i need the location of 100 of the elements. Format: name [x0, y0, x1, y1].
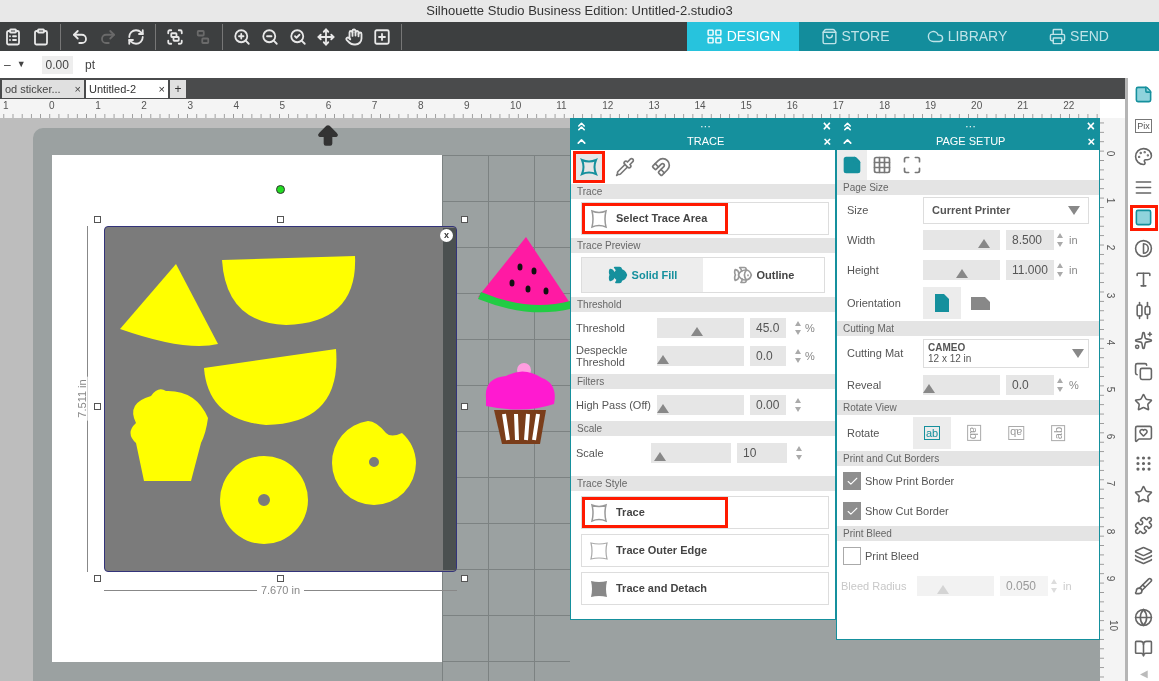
unit-label: in: [1069, 262, 1078, 278]
new-tab-button[interactable]: +: [170, 80, 186, 98]
ruler-number: 13: [648, 100, 660, 111]
close-button[interactable]: ×: [1087, 134, 1095, 149]
move-arrows-icon: [317, 27, 335, 46]
section-header: Scale: [571, 421, 835, 436]
drag-handle[interactable]: ···: [699, 119, 711, 133]
spinner-arrows-icon[interactable]: [1056, 377, 1064, 393]
trace-style-button[interactable]: Trace and Detach: [581, 572, 829, 605]
slider-track[interactable]: [657, 395, 744, 415]
ungroup-icon: [194, 27, 212, 46]
spinner-arrows-icon[interactable]: [794, 397, 802, 413]
group-icon: [166, 27, 184, 46]
panel-title: TRACE: [687, 134, 725, 150]
corners-icon: [902, 155, 922, 175]
portrait-button[interactable]: [923, 287, 961, 319]
value-field[interactable]: 11.000: [1006, 260, 1054, 280]
selection-handle[interactable]: [461, 403, 468, 410]
undo-icon: [71, 27, 89, 46]
ruler-number: 5: [1105, 386, 1117, 393]
star-icon: [1134, 392, 1153, 412]
dropdown-caret-icon: [1068, 205, 1080, 215]
sidebar-tool-button[interactable]: Pix: [1129, 112, 1158, 139]
slider-thumb[interactable]: [978, 239, 991, 248]
selection-handle[interactable]: [94, 216, 101, 223]
close-all-button[interactable]: ×: [822, 119, 831, 133]
spinner-arrows-icon[interactable]: [795, 445, 803, 461]
selection-handle[interactable]: [277, 216, 284, 223]
selection-handle[interactable]: [94, 575, 101, 582]
cutting-mat-dropdown[interactable]: CAMEO 12 x 12 in: [923, 338, 1089, 368]
ruler-number: 3: [1105, 292, 1117, 298]
ruler-number: 12: [602, 100, 614, 111]
panel-tab[interactable]: [837, 150, 867, 180]
panel-tool-button[interactable]: [573, 151, 605, 183]
trace-style-button[interactable]: Trace Outer Edge: [581, 534, 829, 567]
slider-track[interactable]: [657, 318, 744, 338]
close-all-button[interactable]: ×: [1086, 119, 1095, 133]
field-label: Reveal: [846, 377, 883, 393]
select-trace-area-button[interactable]: Select Trace Area: [581, 202, 829, 235]
slider-thumb[interactable]: [654, 452, 667, 461]
drag-handle[interactable]: ···: [964, 119, 976, 133]
value-field[interactable]: 0.0: [750, 346, 786, 366]
slider-track[interactable]: [923, 375, 1000, 395]
spinner-arrows-icon[interactable]: [1056, 232, 1064, 248]
puzzle-icon: [1134, 515, 1153, 535]
slider-track[interactable]: [651, 443, 731, 463]
sidebar-tool-button[interactable]: [1129, 204, 1158, 231]
tab-close-button[interactable]: ×: [158, 80, 165, 98]
trace-style-button[interactable]: Trace: [581, 496, 829, 529]
value-field[interactable]: 0.00: [750, 395, 786, 415]
ruler-number: 1: [3, 100, 9, 111]
value-field[interactable]: 0.00: [41, 55, 73, 74]
load-direction-arrow-icon: [315, 123, 341, 149]
collapse-all-icon[interactable]: [575, 119, 588, 133]
value-field[interactable]: 45.0: [750, 318, 786, 338]
unit-label: pt: [84, 56, 95, 74]
slider-thumb[interactable]: [657, 355, 669, 364]
selection-handle[interactable]: [277, 575, 284, 582]
unit-label: %: [805, 348, 815, 364]
slider-track[interactable]: [923, 230, 1000, 250]
value-field[interactable]: 0.0: [1006, 375, 1054, 395]
fish-outline-icon: [732, 265, 753, 285]
rotate-view-button[interactable]: ab: [913, 417, 951, 449]
ruler-number: 17: [832, 100, 844, 111]
slider-thumb[interactable]: [690, 327, 703, 336]
size-dropdown[interactable]: Current Printer: [923, 196, 1089, 224]
close-button[interactable]: ×: [823, 134, 831, 149]
caret-label[interactable]: ▼: [16, 57, 26, 72]
heart-card-icon: [1134, 423, 1153, 443]
field-label: Rotate: [846, 425, 881, 441]
spinner-arrows-icon[interactable]: [794, 320, 802, 336]
dropdown-caret-icon: [1072, 348, 1084, 358]
shapes-icon: [1134, 362, 1153, 382]
selection-handle[interactable]: [461, 575, 468, 582]
preview-option[interactable]: Solid Fill: [582, 258, 703, 292]
spinner-arrows-icon[interactable]: [794, 348, 802, 364]
value-field[interactable]: 8.500: [1006, 230, 1054, 250]
tab-label: Untitled-2: [89, 81, 137, 97]
rotation-handle[interactable]: [276, 185, 285, 194]
value-field[interactable]: 10: [737, 443, 787, 463]
ruler-number: 11: [556, 100, 567, 111]
section-header: Print Bleed: [837, 526, 1099, 541]
sparkle-icon: [1134, 331, 1153, 351]
tab-close-button[interactable]: ×: [74, 80, 81, 98]
checkbox[interactable]: [843, 502, 861, 520]
slider-track[interactable]: [923, 260, 1000, 280]
document-tab[interactable]: od sticker... ×: [2, 80, 84, 98]
field-label: Orientation: [846, 295, 902, 311]
checkbox[interactable]: [843, 472, 861, 490]
slider-thumb[interactable]: [955, 269, 968, 278]
document-tab[interactable]: Untitled-2 ×: [86, 80, 168, 98]
spinner-arrows-icon[interactable]: [1056, 262, 1064, 278]
selection-handle[interactable]: [461, 216, 468, 223]
refresh-icon: [127, 27, 145, 46]
collapse-all-icon[interactable]: [841, 119, 854, 133]
checkbox[interactable]: [843, 547, 861, 565]
slider-track[interactable]: [657, 346, 744, 366]
selection-handle[interactable]: [94, 403, 101, 410]
page-icon: [1134, 85, 1153, 105]
magnet-icon: [651, 157, 671, 177]
